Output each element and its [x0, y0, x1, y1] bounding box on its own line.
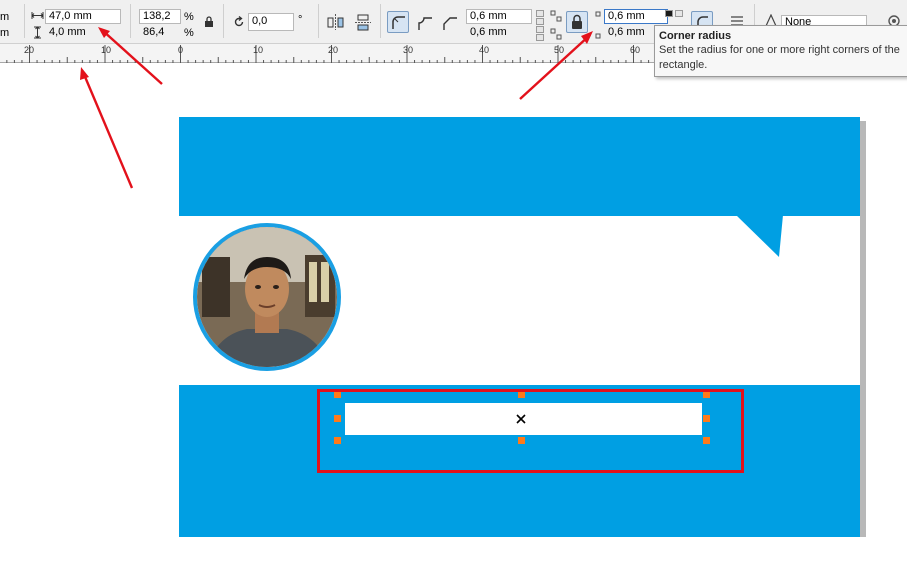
- arrow-to-ruler: [81, 71, 134, 189]
- arrow-to-size-field: [101, 29, 163, 85]
- arrow-to-corner-radius: [519, 34, 591, 100]
- arrowhead: [80, 67, 89, 80]
- tooltip-title: Corner radius: [659, 30, 732, 42]
- tooltip-body: Set the radius for one or more right cor…: [659, 44, 900, 71]
- corner-radius-tooltip: Corner radius Set the radius for one or …: [654, 25, 907, 77]
- annotation-arrows: [80, 27, 593, 189]
- coreldraw-workspace: m m 47,0 mm 4,0 mm 138,2 86,4 % % 0,0 ° …: [0, 0, 907, 563]
